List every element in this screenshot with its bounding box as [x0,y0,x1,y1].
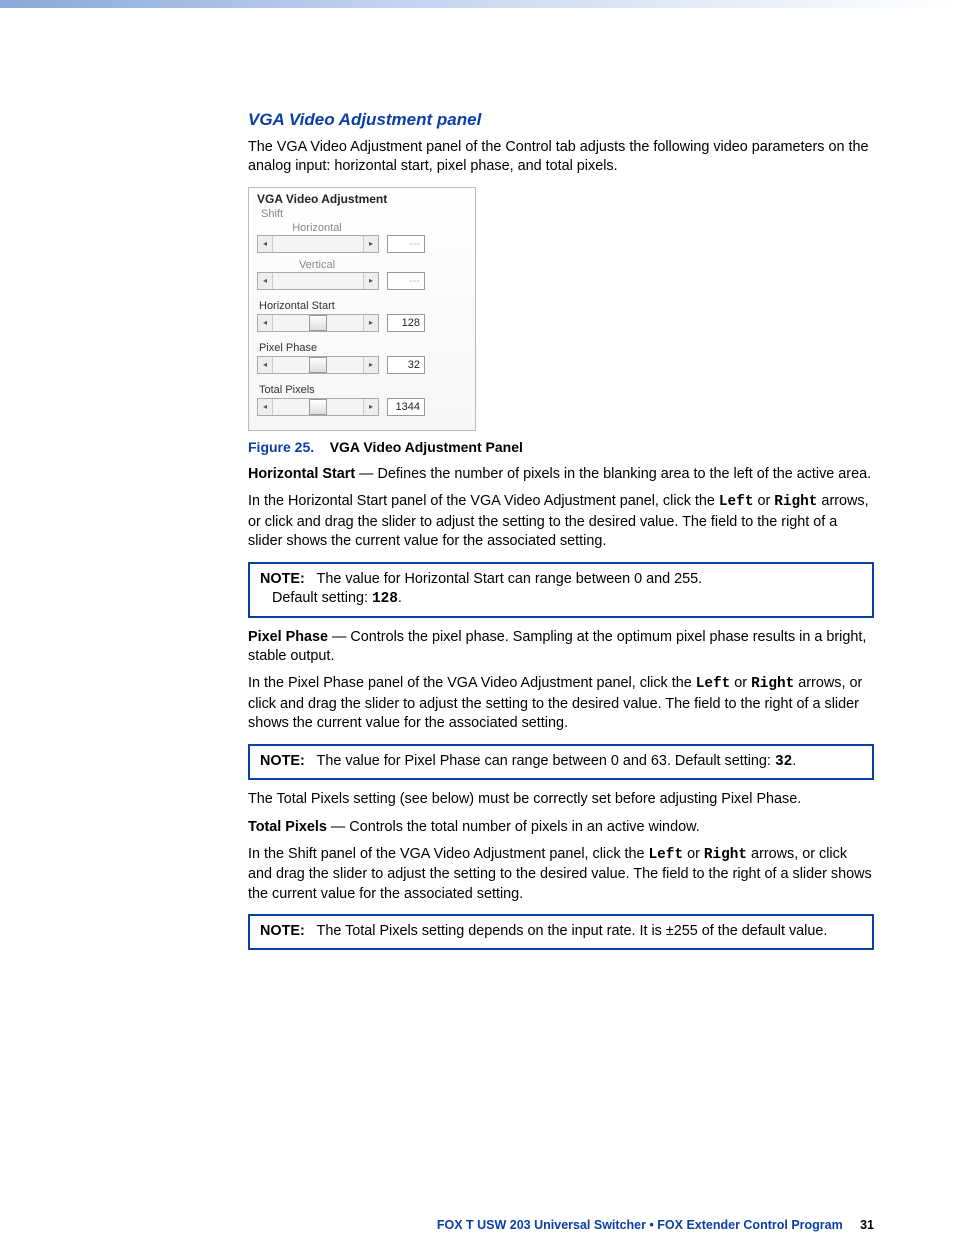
note-value: 128 [372,591,398,607]
horizontal-value[interactable]: --- [387,235,425,253]
text: In the Horizontal Start panel of the VGA… [248,493,719,509]
intro-paragraph: The VGA Video Adjustment panel of the Co… [248,138,874,177]
total-slider[interactable]: ◂ ▸ [257,398,379,416]
note-value: 32 [775,754,792,770]
phase-row: ◂ ▸ 32 [257,356,467,374]
arrow-left-icon[interactable]: ◂ [258,273,273,289]
vertical-shift-slider[interactable]: ◂ ▸ [257,272,379,290]
total-row: ◂ ▸ 1344 [257,398,467,416]
phase-value[interactable]: 32 [387,356,425,374]
slider-thumb[interactable] [309,357,327,373]
horizontal-shift-slider[interactable]: ◂ ▸ [257,235,379,253]
note-total: NOTE: The Total Pixels setting depends o… [248,914,874,949]
arrow-right-icon[interactable]: ▸ [363,236,378,252]
right-key: Right [751,676,794,692]
arrow-left-icon[interactable]: ◂ [258,236,273,252]
figure-text: VGA Video Adjustment Panel [330,439,523,455]
arrow-right-icon[interactable]: ▸ [363,315,378,331]
right-key: Right [704,847,747,863]
arrow-right-icon[interactable]: ▸ [363,357,378,373]
hstart-definition: Horizontal Start — Defines the number of… [248,465,874,484]
phase-definition: Pixel Phase — Controls the pixel phase. … [248,628,874,667]
hstart-instructions: In the Horizontal Start panel of the VGA… [248,492,874,551]
phase-label: Pixel Phase [259,342,467,354]
arrow-right-icon[interactable]: ▸ [363,273,378,289]
note-label: NOTE: [260,753,305,769]
vertical-row: ◂ ▸ --- [257,272,467,290]
arrow-left-icon[interactable]: ◂ [258,357,273,373]
horizontal-row: ◂ ▸ --- [257,235,467,253]
total-value[interactable]: 1344 [387,398,425,416]
note-phase: NOTE: The value for Pixel Phase can rang… [248,744,874,780]
text: . [792,753,796,769]
total-definition: Total Pixels — Controls the total number… [248,818,874,837]
text: or [683,846,704,862]
right-key: Right [774,494,817,510]
arrow-left-icon[interactable]: ◂ [258,399,273,415]
figure-number: Figure 25. [248,439,314,455]
slider-track[interactable] [273,273,363,289]
text: or [753,493,774,509]
panel-title: VGA Video Adjustment [257,192,467,206]
slider-thumb[interactable] [309,399,327,415]
between-paragraph: The Total Pixels setting (see below) mus… [248,790,874,809]
text: In the Shift panel of the VGA Video Adju… [248,846,649,862]
phase-instructions: In the Pixel Phase panel of the VGA Vide… [248,674,874,733]
slider-track[interactable] [273,399,363,415]
shift-group-label: Shift [261,208,467,220]
footer-product: FOX T USW 203 Universal Switcher • FOX E… [437,1218,843,1232]
vga-adjustment-panel: VGA Video Adjustment Shift Horizontal ◂ … [248,187,476,431]
note-hstart: NOTE: The value for Horizontal Start can… [248,562,874,618]
hstart-term: Horizontal Start [248,466,355,482]
text: In the Pixel Phase panel of the VGA Vide… [248,675,696,691]
note-text: The value for Pixel Phase can range betw… [317,753,775,769]
hstart-label: Horizontal Start [259,300,467,312]
arrow-right-icon[interactable]: ▸ [363,399,378,415]
note-label: NOTE: [260,923,305,939]
left-key: Left [719,494,754,510]
footer-page-number: 31 [860,1218,874,1232]
hstart-slider[interactable]: ◂ ▸ [257,314,379,332]
note-text: The Total Pixels setting depends on the … [317,923,828,939]
total-instructions: In the Shift panel of the VGA Video Adju… [248,845,874,904]
horizontal-label: Horizontal [257,222,377,234]
left-key: Left [696,676,731,692]
hstart-value[interactable]: 128 [387,314,425,332]
figure-caption: Figure 25. VGA Video Adjustment Panel [248,439,874,455]
vertical-label: Vertical [257,259,377,271]
hstart-def: — Defines the number of pixels in the bl… [355,466,871,482]
hstart-row: ◂ ▸ 128 [257,314,467,332]
vertical-value[interactable]: --- [387,272,425,290]
total-term: Total Pixels [248,819,327,835]
section-heading: VGA Video Adjustment panel [248,110,874,130]
left-key: Left [649,847,684,863]
page-footer: FOX T USW 203 Universal Switcher • FOX E… [437,1218,874,1232]
slider-track[interactable] [273,357,363,373]
total-def: — Controls the total number of pixels in… [327,819,700,835]
total-label: Total Pixels [259,384,467,396]
phase-slider[interactable]: ◂ ▸ [257,356,379,374]
slider-track[interactable] [273,236,363,252]
page-top-accent [0,0,954,8]
page-content: VGA Video Adjustment panel The VGA Video… [0,110,954,1260]
text: . [398,590,402,606]
slider-track[interactable] [273,315,363,331]
arrow-left-icon[interactable]: ◂ [258,315,273,331]
note-text: The value for Horizontal Start can range… [317,571,703,587]
phase-term: Pixel Phase [248,629,328,645]
phase-def: — Controls the pixel phase. Sampling at … [248,629,866,664]
slider-thumb[interactable] [309,315,327,331]
note-text-b: Default setting: [272,590,372,606]
note-label: NOTE: [260,571,305,587]
text: or [730,675,751,691]
